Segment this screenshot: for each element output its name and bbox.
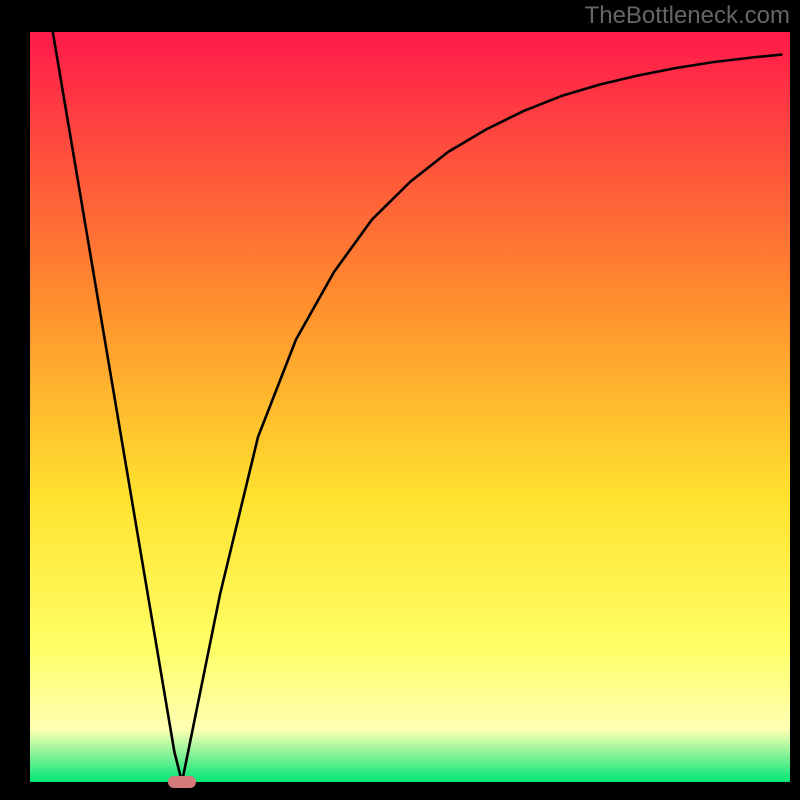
bottleneck-chart — [0, 0, 800, 800]
watermark-text: TheBottleneck.com — [585, 2, 790, 30]
optimal-point-marker — [168, 776, 196, 788]
chart-frame: TheBottleneck.com — [0, 0, 800, 800]
gradient-background — [30, 32, 790, 782]
